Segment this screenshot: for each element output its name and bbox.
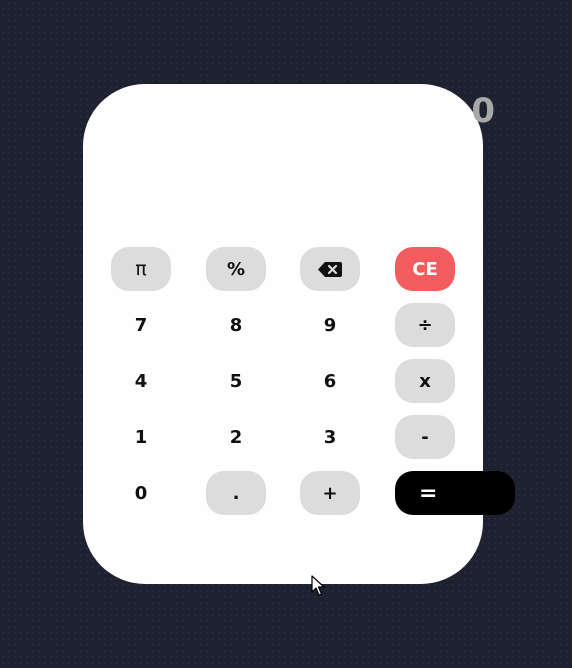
digit-8-button[interactable]: 8 [206, 303, 266, 347]
clear-button[interactable]: CE [395, 247, 455, 291]
digit-1-button[interactable]: 1 [111, 415, 171, 459]
subtract-button[interactable]: - [395, 415, 455, 459]
digit-7-button[interactable]: 7 [111, 303, 171, 347]
backspace-button[interactable] [300, 247, 360, 291]
multiply-button[interactable]: x [395, 359, 455, 403]
digit-5-button[interactable]: 5 [206, 359, 266, 403]
digit-6-button[interactable]: 6 [300, 359, 360, 403]
mouse-pointer-icon [311, 575, 325, 596]
decimal-button[interactable]: . [206, 471, 266, 515]
digit-4-button[interactable]: 4 [111, 359, 171, 403]
digit-9-button[interactable]: 9 [300, 303, 360, 347]
pi-button[interactable]: π [111, 247, 171, 291]
digit-2-button[interactable]: 2 [206, 415, 266, 459]
digit-0-button[interactable]: 0 [111, 471, 171, 515]
equals-button[interactable]: = [395, 471, 515, 515]
backspace-icon [318, 261, 342, 277]
add-button[interactable]: + [300, 471, 360, 515]
percent-button[interactable]: % [206, 247, 266, 291]
calculator-display: 0 [471, 91, 496, 131]
divide-button[interactable]: ÷ [395, 303, 455, 347]
digit-3-button[interactable]: 3 [300, 415, 360, 459]
